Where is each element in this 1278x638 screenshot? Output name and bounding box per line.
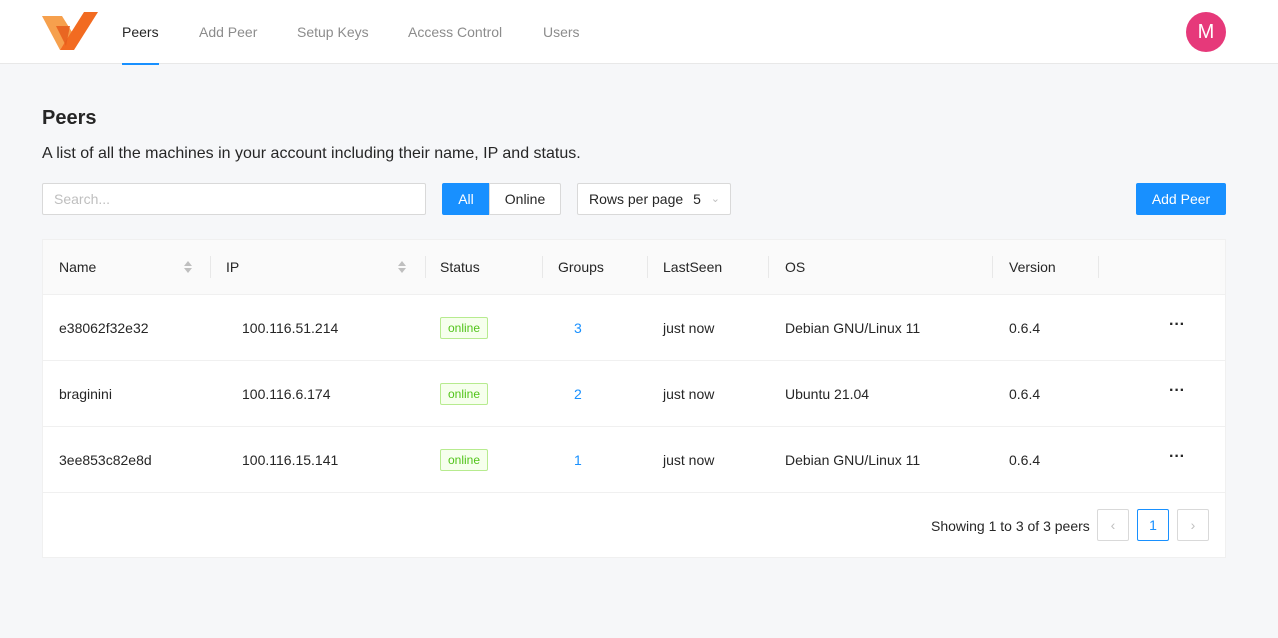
- peer-name: 3ee853c82e8d: [59, 452, 152, 468]
- column-divider: [1098, 256, 1099, 278]
- header-last-seen: LastSeen: [663, 259, 723, 275]
- rows-per-page-label: Rows per page: [589, 191, 684, 207]
- peer-version: 0.6.4: [1009, 452, 1041, 468]
- nav-setup-keys[interactable]: Setup Keys: [297, 0, 369, 64]
- next-page-button[interactable]: ›: [1177, 509, 1209, 541]
- table-header: Name IP Status Groups LastSeen OS Versio…: [43, 240, 1225, 295]
- top-navigation-bar: Peers Add Peer Setup Keys Access Control…: [0, 0, 1278, 65]
- status-badge: online: [440, 317, 489, 339]
- peer-os: Ubuntu 21.04: [785, 386, 870, 402]
- column-divider: [210, 256, 211, 278]
- column-divider: [425, 256, 426, 278]
- nav-users[interactable]: Users: [543, 0, 580, 64]
- peer-os: Debian GNU/Linux 11: [785, 452, 921, 468]
- column-divider: [768, 256, 769, 278]
- netbird-logo[interactable]: [42, 12, 98, 52]
- groups-link[interactable]: 3: [574, 295, 582, 361]
- groups-link[interactable]: 2: [574, 361, 582, 427]
- peer-last-seen: just now: [663, 452, 715, 468]
- peer-ip: 100.116.15.141: [242, 452, 339, 468]
- peer-last-seen: just now: [663, 320, 715, 336]
- user-avatar[interactable]: M: [1186, 12, 1226, 52]
- chevron-down-icon: ⌄: [710, 193, 720, 205]
- header-ip[interactable]: IP: [226, 240, 239, 295]
- header-status: Status: [440, 259, 480, 275]
- peers-table: Name IP Status Groups LastSeen OS Versio…: [42, 239, 1226, 558]
- peer-ip: 100.116.51.214: [242, 320, 339, 336]
- sort-icon[interactable]: [183, 261, 193, 275]
- header-groups: Groups: [558, 259, 604, 275]
- table-row[interactable]: braginini 100.116.6.174 online 2 just no…: [43, 361, 1225, 427]
- peer-name: e38062f32e32: [59, 320, 149, 336]
- peer-version: 0.6.4: [1009, 386, 1041, 402]
- pagination-summary: Showing 1 to 3 of 3 peers: [931, 518, 1090, 534]
- column-divider: [992, 256, 993, 278]
- more-actions-icon[interactable]: ···: [1169, 361, 1185, 427]
- nav-add-peer[interactable]: Add Peer: [199, 0, 257, 64]
- rows-per-page-select[interactable]: Rows per page 5 ⌄: [577, 183, 731, 215]
- page-1-button[interactable]: 1: [1137, 509, 1169, 541]
- header-version: Version: [1009, 259, 1056, 275]
- filter-all-button[interactable]: All: [442, 183, 490, 215]
- column-divider: [542, 256, 543, 278]
- header-os: OS: [785, 259, 806, 275]
- previous-page-button[interactable]: ‹: [1097, 509, 1129, 541]
- groups-link[interactable]: 1: [574, 427, 582, 493]
- page-title: Peers: [42, 107, 97, 129]
- page-description: A list of all the machines in your accou…: [42, 145, 581, 162]
- peer-name: braginini: [59, 386, 112, 402]
- rows-per-page-value: 5: [693, 191, 701, 207]
- sort-icon[interactable]: [397, 261, 407, 275]
- table-row[interactable]: e38062f32e32 100.116.51.214 online 3 jus…: [43, 295, 1225, 361]
- peer-last-seen: just now: [663, 386, 715, 402]
- more-actions-icon[interactable]: ···: [1169, 427, 1185, 493]
- filter-online-button[interactable]: Online: [489, 183, 561, 215]
- peer-version: 0.6.4: [1009, 320, 1041, 336]
- peer-ip: 100.116.6.174: [242, 386, 331, 402]
- status-badge: online: [440, 449, 489, 471]
- peer-os: Debian GNU/Linux 11: [785, 320, 921, 336]
- nav-peers[interactable]: Peers: [122, 0, 159, 65]
- table-row[interactable]: 3ee853c82e8d 100.116.15.141 online 1 jus…: [43, 427, 1225, 493]
- add-peer-button[interactable]: Add Peer: [1136, 183, 1226, 215]
- more-actions-icon[interactable]: ···: [1169, 295, 1185, 361]
- search-input[interactable]: [42, 183, 426, 215]
- status-badge: online: [440, 383, 489, 405]
- column-divider: [647, 256, 648, 278]
- nav-access-control[interactable]: Access Control: [408, 0, 502, 64]
- header-name[interactable]: Name: [59, 240, 96, 295]
